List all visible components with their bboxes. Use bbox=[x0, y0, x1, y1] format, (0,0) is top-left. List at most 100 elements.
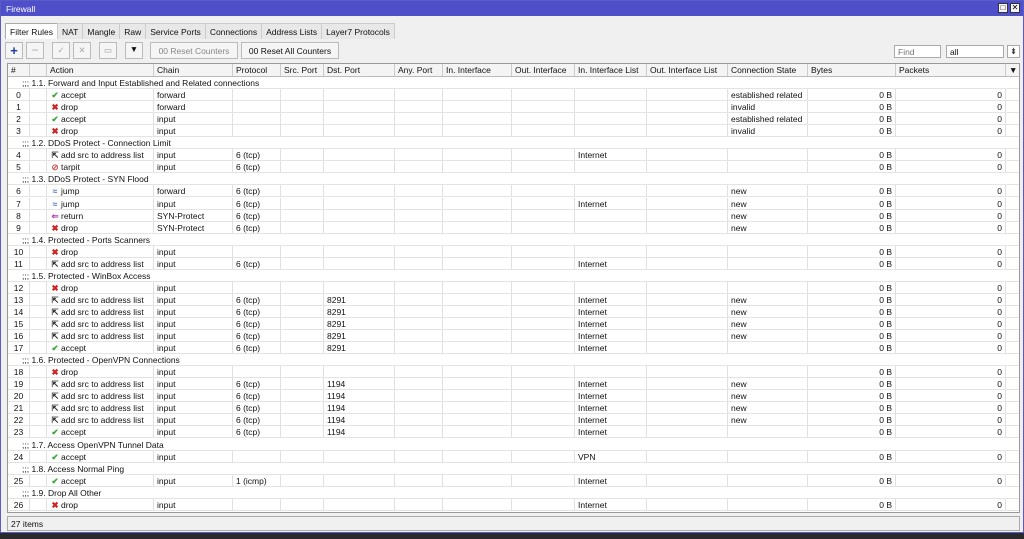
column-header[interactable]: Src. Port bbox=[281, 64, 324, 76]
comment-button[interactable]: ▭ bbox=[99, 42, 117, 59]
close-icon[interactable]: ✕ bbox=[1010, 3, 1020, 13]
table-row[interactable]: 0 ✔ accept forward established related 0 B0 bbox=[8, 89, 1019, 102]
cell-proto bbox=[233, 281, 281, 293]
table-row[interactable]: 25 ✔ accept input 1 (icmp) Internet 0 B0 bbox=[8, 474, 1019, 487]
table-row[interactable]: 6 ≈ jump forward 6 (tcp) new 0 B0 bbox=[8, 185, 1019, 198]
table-row[interactable]: 21 ⇱ add src to address list input 6 (tcp) 11… bbox=[8, 402, 1019, 415]
cell-chain: forward bbox=[154, 185, 233, 197]
find-input[interactable] bbox=[894, 45, 941, 58]
table-row[interactable]: 22 ⇱ add src to address list input 6 (tcp) 11… bbox=[8, 414, 1019, 427]
table-row[interactable]: 4 ⇱ add src to address list input 6 (tcp) Int… bbox=[8, 149, 1019, 162]
empty-cell bbox=[30, 293, 47, 305]
column-header[interactable]: # bbox=[8, 64, 30, 76]
cell-n: 22 bbox=[8, 414, 30, 426]
column-header[interactable]: Protocol bbox=[233, 64, 281, 76]
reset-counters-button[interactable]: 00 Reset Counters bbox=[150, 42, 238, 59]
comment-row[interactable]: ;;; 1.6. Protected - OpenVPN Connections bbox=[8, 354, 1019, 367]
tab-service-ports[interactable]: Service Ports bbox=[145, 23, 206, 39]
comment-row[interactable]: ;;; 1.4. Protected - Ports Scanners bbox=[8, 234, 1019, 246]
table-row[interactable]: 3 ✖ drop input invalid 0 B0 bbox=[8, 125, 1019, 138]
cell-inlist: Internet bbox=[575, 390, 647, 402]
cell-inlist: Internet bbox=[575, 305, 647, 317]
comment-row[interactable]: ;;; 1.7. Access OpenVPN Tunnel Data bbox=[8, 439, 1019, 451]
column-header[interactable]: Bytes bbox=[808, 64, 896, 76]
cell-packets: 0 bbox=[896, 221, 1006, 233]
cell-dport bbox=[324, 113, 395, 125]
table-row[interactable]: 9 ✖ drop SYN-Protect 6 (tcp) new 0 B0 bbox=[8, 221, 1019, 234]
cell-dport: 1194 bbox=[324, 390, 395, 402]
remove-button[interactable]: − bbox=[26, 42, 44, 59]
empty-cell bbox=[395, 125, 443, 137]
column-header[interactable]: Out. Interface List bbox=[647, 64, 728, 76]
tab-nat[interactable]: NAT bbox=[56, 23, 84, 39]
empty-cell bbox=[512, 498, 575, 510]
comment-row[interactable]: ;;; 1.8. Access Normal Ping bbox=[8, 463, 1019, 475]
table-row[interactable]: 18 ✖ drop input 0 B0 bbox=[8, 366, 1019, 379]
table-row[interactable]: 17 ✔ accept input 6 (tcp) 8291 Internet 0 B0 bbox=[8, 342, 1019, 355]
comment-row[interactable]: ;;; 1.2. DDoS Protect - Connection Limit bbox=[8, 137, 1019, 150]
tab-filter-rules[interactable]: Filter Rules bbox=[5, 23, 58, 39]
comment-row[interactable]: ;;; 1.5. Protected - WinBox Access bbox=[8, 270, 1019, 282]
table-row[interactable]: 7 ≈ jump input 6 (tcp) Internet new 0 B0 bbox=[8, 197, 1019, 210]
table-row[interactable]: 15 ⇱ add src to address list input 6 (tcp) 82… bbox=[8, 318, 1019, 330]
comment-row[interactable]: ;;; 1.3. DDoS Protect - SYN Flood bbox=[8, 173, 1019, 186]
cell-chain: input bbox=[154, 402, 233, 414]
cell-n: 2 bbox=[8, 113, 30, 125]
disable-button[interactable]: ✕ bbox=[73, 42, 91, 59]
table-row[interactable]: 23 ✔ accept input 6 (tcp) 1194 Internet 0 B0 bbox=[8, 426, 1019, 439]
column-header[interactable] bbox=[30, 64, 47, 76]
comment-row[interactable]: ;;; 1.1. Forward and Input Established a… bbox=[8, 77, 1019, 89]
tab-layer7-protocols[interactable]: Layer7 Protocols bbox=[321, 23, 395, 39]
tab-mangle[interactable]: Mangle bbox=[82, 23, 121, 39]
table-row[interactable]: 26 ✖ drop input Internet 0 B0 bbox=[8, 498, 1019, 511]
reset-all-counters-button[interactable]: 00 Reset All Counters bbox=[241, 42, 339, 59]
maximize-icon[interactable]: □ bbox=[998, 3, 1008, 13]
tab-raw[interactable]: Raw bbox=[119, 23, 147, 39]
table-row[interactable]: 2 ✔ accept input established related 0 B0 bbox=[8, 113, 1019, 126]
table-row[interactable]: 11 ⇱ add src to address list input 6 (tcp) In… bbox=[8, 257, 1019, 270]
empty-cell bbox=[395, 390, 443, 402]
table-row[interactable]: 1 ✖ drop forward invalid 0 B0 bbox=[8, 101, 1019, 114]
cell-inlist: Internet bbox=[575, 149, 647, 161]
add-button[interactable]: + bbox=[5, 42, 23, 59]
table-row[interactable]: 8 ⇐ return SYN-Protect 6 (tcp) new 0 B0 bbox=[8, 209, 1019, 222]
empty-cell bbox=[1006, 258, 1019, 269]
cell-bytes: 0 B bbox=[808, 245, 896, 257]
table-row[interactable]: 10 ✖ drop input 0 B0 bbox=[8, 245, 1019, 258]
cell-inlist bbox=[575, 101, 647, 113]
empty-cell bbox=[647, 113, 728, 125]
table-row[interactable]: 13 ⇱ add src to address list input 6 (tcp) 82… bbox=[8, 293, 1019, 306]
table-row[interactable]: 5 ⊘ tarpit input 6 (tcp) 0 B0 bbox=[8, 161, 1019, 174]
empty-cell bbox=[1006, 342, 1019, 353]
column-header[interactable]: Packets bbox=[896, 64, 1006, 76]
column-header[interactable]: Any. Port bbox=[395, 64, 443, 76]
column-header[interactable]: Out. Interface bbox=[512, 64, 575, 76]
table-row[interactable]: 20 ⇱ add src to address list input 6 (tcp) 11… bbox=[8, 390, 1019, 403]
column-header[interactable]: Chain bbox=[154, 64, 233, 76]
filter-select[interactable]: all bbox=[946, 45, 1004, 58]
table-row[interactable]: 14 ⇱ add src to address list input 6 (tcp) 82… bbox=[8, 305, 1019, 318]
column-header[interactable]: In. Interface List bbox=[575, 64, 647, 76]
comment-row[interactable]: ;;; 1.9. Drop All Other bbox=[8, 487, 1019, 499]
filter-button[interactable]: ▼ bbox=[125, 42, 143, 59]
tab-connections[interactable]: Connections bbox=[204, 23, 263, 39]
table-row[interactable]: 12 ✖ drop input 0 B0 bbox=[8, 281, 1019, 294]
cell-action: ⇱ add src to address list bbox=[47, 305, 154, 317]
table-row[interactable]: 24 ✔ accept input VPN 0 B0 bbox=[8, 450, 1019, 463]
empty-cell bbox=[443, 450, 512, 462]
table-row[interactable]: 19 ⇱ add src to address list input 6 (tcp) 11… bbox=[8, 378, 1019, 391]
action-label: add src to address list bbox=[61, 331, 144, 342]
table-row[interactable]: 16 ⇱ add src to address list input 6 (tcp) 82… bbox=[8, 330, 1019, 343]
column-header[interactable]: Dst. Port bbox=[324, 64, 395, 76]
empty-cell bbox=[443, 330, 512, 342]
column-header[interactable]: In. Interface bbox=[443, 64, 512, 76]
tab-address-lists[interactable]: Address Lists bbox=[261, 23, 323, 39]
check-icon: ✔ bbox=[51, 475, 59, 486]
empty-cell bbox=[512, 209, 575, 221]
column-menu-icon[interactable]: ▼ bbox=[1006, 64, 1019, 76]
collapse-icon[interactable]: ⇟ bbox=[1007, 45, 1020, 58]
cell-proto: 6 (tcp) bbox=[233, 330, 281, 342]
enable-button[interactable]: ✓ bbox=[52, 42, 70, 59]
column-header[interactable]: Action bbox=[47, 64, 154, 76]
column-header[interactable]: Connection State bbox=[728, 64, 808, 76]
